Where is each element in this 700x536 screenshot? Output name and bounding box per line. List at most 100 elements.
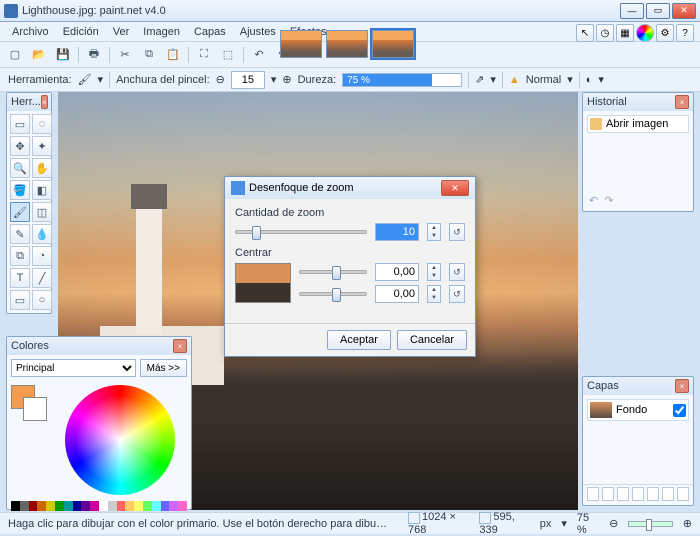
dialog-close-icon[interactable]: ✕: [441, 180, 469, 196]
colors-panel-close-icon[interactable]: ×: [173, 339, 187, 353]
tool-brush[interactable]: 🖌: [10, 202, 30, 222]
tools-panel-close-icon[interactable]: ×: [41, 95, 48, 109]
center-y-input[interactable]: 0,00: [375, 285, 419, 303]
menu-ver[interactable]: Ver: [107, 24, 136, 40]
paste-icon[interactable]: 📋: [164, 46, 182, 64]
menu-ajustes[interactable]: Ajustes: [234, 24, 282, 40]
history-redo-icon[interactable]: ↷: [604, 194, 613, 207]
tool-rect-select[interactable]: ▭: [10, 114, 30, 134]
dialog-ok-button[interactable]: Aceptar: [327, 330, 391, 350]
colors-toggle-icon[interactable]: [636, 24, 654, 42]
color-mode-select[interactable]: Principal: [11, 359, 136, 377]
center-x-spinner[interactable]: ▲▼: [427, 263, 441, 281]
secondary-color-swatch[interactable]: [23, 397, 47, 421]
layer-row[interactable]: Fondo: [587, 399, 689, 421]
brush-tool-icon[interactable]: 🖌: [78, 73, 92, 86]
width-increase-icon[interactable]: ⊕: [282, 73, 291, 86]
blend-dropdown-icon[interactable]: ▾: [567, 73, 573, 86]
tool-recolor[interactable]: ◔: [32, 246, 52, 266]
center-y-slider[interactable]: [299, 292, 367, 296]
antialias-icon[interactable]: ⇗: [475, 73, 484, 86]
minimize-button[interactable]: —: [620, 3, 644, 19]
layers-toggle-icon[interactable]: ▦: [616, 24, 634, 42]
tool-pencil[interactable]: ✎: [10, 224, 30, 244]
layer-add-icon[interactable]: [587, 487, 599, 501]
zoom-amount-spinner[interactable]: ▲▼: [427, 223, 441, 241]
tool-ellipse[interactable]: ○: [32, 290, 52, 310]
layer-properties-icon[interactable]: [677, 487, 689, 501]
center-y-spinner[interactable]: ▲▼: [427, 285, 441, 303]
zoom-amount-reset-icon[interactable]: ↺: [449, 223, 465, 241]
hardness-slider[interactable]: 75 %: [342, 73, 462, 87]
center-x-slider[interactable]: [299, 270, 367, 274]
width-dropdown-icon[interactable]: ▾: [271, 73, 277, 86]
layer-duplicate-icon[interactable]: [617, 487, 629, 501]
brush-width-input[interactable]: [231, 71, 265, 89]
save-icon[interactable]: 💾: [54, 46, 72, 64]
history-toggle-icon[interactable]: ◷: [596, 24, 614, 42]
close-button[interactable]: ✕: [672, 3, 696, 19]
dialog-cancel-button[interactable]: Cancelar: [397, 330, 467, 350]
alpha-dropdown-icon[interactable]: ▾: [598, 73, 604, 86]
color-palette[interactable]: [11, 501, 187, 511]
settings-icon[interactable]: ⚙: [656, 24, 674, 42]
tools-toggle-icon[interactable]: ↖: [576, 24, 594, 42]
tool-move[interactable]: ✥: [10, 136, 30, 156]
tool-lasso[interactable]: ◌: [32, 114, 52, 134]
tool-eraser[interactable]: ◫: [32, 202, 52, 222]
print-icon[interactable]: 🖶: [85, 46, 103, 64]
blend-icon[interactable]: ▲: [509, 74, 520, 86]
image-thumb-2[interactable]: [326, 30, 368, 58]
tool-fill[interactable]: 🪣: [10, 180, 30, 200]
tool-line[interactable]: ╱: [32, 268, 52, 288]
zoom-slider[interactable]: [628, 521, 672, 527]
zoom-in-icon[interactable]: ⊕: [683, 517, 692, 530]
colors-more-button[interactable]: Más >>: [140, 359, 187, 377]
center-preview[interactable]: [235, 263, 291, 303]
copy-icon[interactable]: ⧉: [140, 46, 158, 64]
layer-merge-icon[interactable]: [632, 487, 644, 501]
center-y-reset-icon[interactable]: ↺: [449, 285, 465, 303]
tool-clone[interactable]: ⧉: [10, 246, 30, 266]
history-item[interactable]: Abrir imagen: [587, 115, 689, 133]
zoom-out-icon[interactable]: ⊖: [609, 517, 618, 530]
image-thumb-1[interactable]: [280, 30, 322, 58]
menu-imagen[interactable]: Imagen: [137, 24, 186, 40]
tool-colorpicker[interactable]: 💧: [32, 224, 52, 244]
help-icon[interactable]: ?: [676, 24, 694, 42]
center-x-input[interactable]: 0,00: [375, 263, 419, 281]
tool-zoom[interactable]: 🔍: [10, 158, 30, 178]
tool-gradient[interactable]: ◧: [32, 180, 52, 200]
crop-icon[interactable]: ⛶: [195, 46, 213, 64]
tool-rect[interactable]: ▭: [10, 290, 30, 310]
alpha-icon[interactable]: ◐: [586, 74, 593, 86]
antialias-dropdown-icon[interactable]: ▾: [490, 73, 496, 86]
brush-width-label: Anchura del pincel:: [116, 74, 210, 86]
tool-pan[interactable]: ✋: [32, 158, 52, 178]
undo-icon[interactable]: ↶: [250, 46, 268, 64]
tool-dropdown-icon[interactable]: ▾: [98, 73, 104, 86]
layer-up-icon[interactable]: [647, 487, 659, 501]
cut-icon[interactable]: ✂: [116, 46, 134, 64]
tool-magic-wand[interactable]: ✦: [32, 136, 52, 156]
menu-capas[interactable]: Capas: [188, 24, 232, 40]
history-panel-close-icon[interactable]: ×: [675, 95, 689, 109]
layer-down-icon[interactable]: [662, 487, 674, 501]
image-thumb-3[interactable]: [372, 30, 414, 58]
color-wheel[interactable]: [65, 385, 175, 495]
zoom-amount-slider[interactable]: [235, 230, 367, 234]
open-icon[interactable]: 📂: [30, 46, 48, 64]
menu-edicion[interactable]: Edición: [57, 24, 105, 40]
layers-panel-close-icon[interactable]: ×: [675, 379, 689, 393]
deselect-icon[interactable]: ⬚: [219, 46, 237, 64]
layer-visibility-checkbox[interactable]: [673, 404, 686, 417]
zoom-amount-input[interactable]: 10: [375, 223, 419, 241]
center-x-reset-icon[interactable]: ↺: [449, 263, 465, 281]
menu-archivo[interactable]: Archivo: [6, 24, 55, 40]
tool-text[interactable]: T: [10, 268, 30, 288]
width-decrease-icon[interactable]: ⊖: [216, 73, 225, 86]
maximize-button[interactable]: ▭: [646, 3, 670, 19]
new-icon[interactable]: ▢: [6, 46, 24, 64]
history-undo-icon[interactable]: ↶: [589, 194, 598, 207]
layer-delete-icon[interactable]: [602, 487, 614, 501]
